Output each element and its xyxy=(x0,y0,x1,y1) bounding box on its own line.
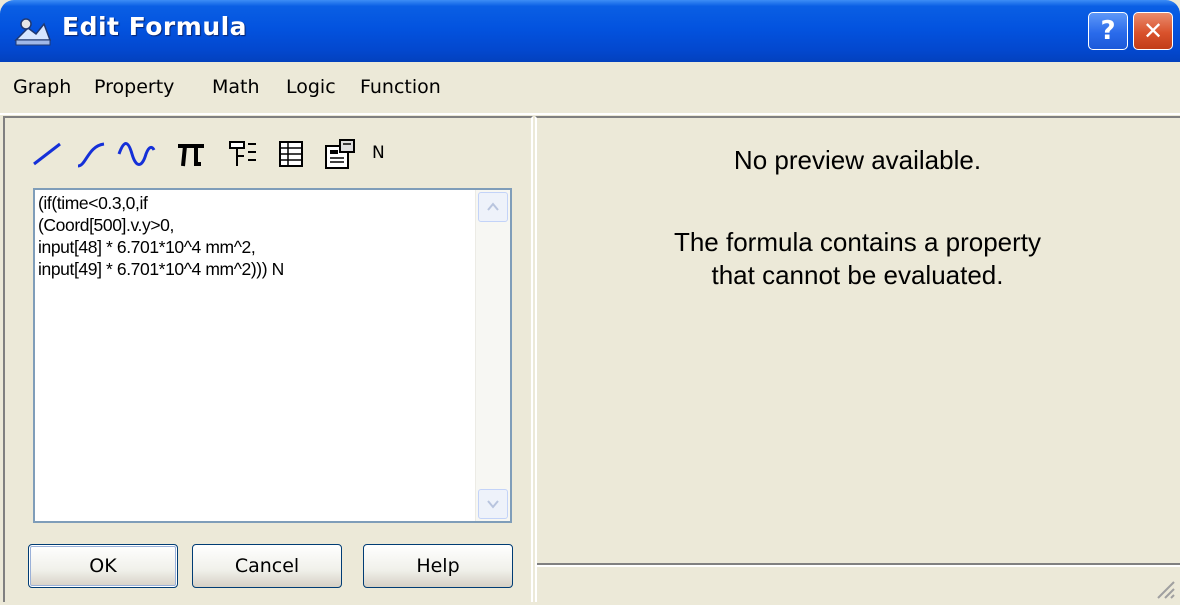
help-icon: ? xyxy=(1100,16,1116,46)
wave-icon[interactable] xyxy=(116,136,156,172)
line-icon[interactable] xyxy=(30,136,64,172)
property-tree-icon[interactable] xyxy=(226,136,260,172)
vertical-scrollbar[interactable] xyxy=(475,190,510,521)
menu-bar: Graph Property Math Logic Function xyxy=(0,62,1180,115)
scroll-down-button[interactable] xyxy=(478,489,508,519)
pi-icon[interactable] xyxy=(174,136,208,172)
status-bar-divider xyxy=(537,563,1180,567)
window-title: Edit Formula xyxy=(62,12,248,41)
menu-math[interactable]: Math xyxy=(212,76,260,98)
app-icon xyxy=(14,14,52,48)
menu-graph[interactable]: Graph xyxy=(13,76,71,98)
resize-grip-icon[interactable] xyxy=(1150,574,1176,600)
preview-pane xyxy=(535,116,1180,602)
chevron-up-icon xyxy=(487,202,499,211)
formula-text[interactable]: (if(time<0.3,0,if (Coord[500].v.y>0, inp… xyxy=(38,192,474,280)
help-title-button[interactable]: ? xyxy=(1088,12,1128,50)
properties-icon[interactable] xyxy=(322,136,358,172)
menu-logic[interactable]: Logic xyxy=(286,76,336,98)
formula-editor[interactable]: (if(time<0.3,0,if (Coord[500].v.y>0, inp… xyxy=(33,188,512,523)
units-label: N xyxy=(372,143,385,163)
table-icon[interactable] xyxy=(274,136,308,172)
cancel-button[interactable]: Cancel xyxy=(192,544,342,588)
scroll-up-button[interactable] xyxy=(478,192,508,222)
help-button[interactable]: Help xyxy=(363,544,513,588)
menu-function[interactable]: Function xyxy=(360,76,441,98)
ok-button[interactable]: OK xyxy=(28,544,178,588)
menu-property[interactable]: Property xyxy=(94,76,174,98)
preview-message: No preview available. xyxy=(733,145,982,175)
preview-explanation-line1: The formula contains a property xyxy=(673,227,1042,257)
chevron-down-icon xyxy=(487,500,499,509)
curve-icon[interactable] xyxy=(74,136,108,172)
preview-explanation-line2: that cannot be evaluated. xyxy=(711,260,1004,290)
close-button[interactable]: ✕ xyxy=(1133,12,1173,50)
close-icon: ✕ xyxy=(1142,17,1164,45)
title-bar[interactable]: Edit Formula ? ✕ xyxy=(0,0,1180,62)
